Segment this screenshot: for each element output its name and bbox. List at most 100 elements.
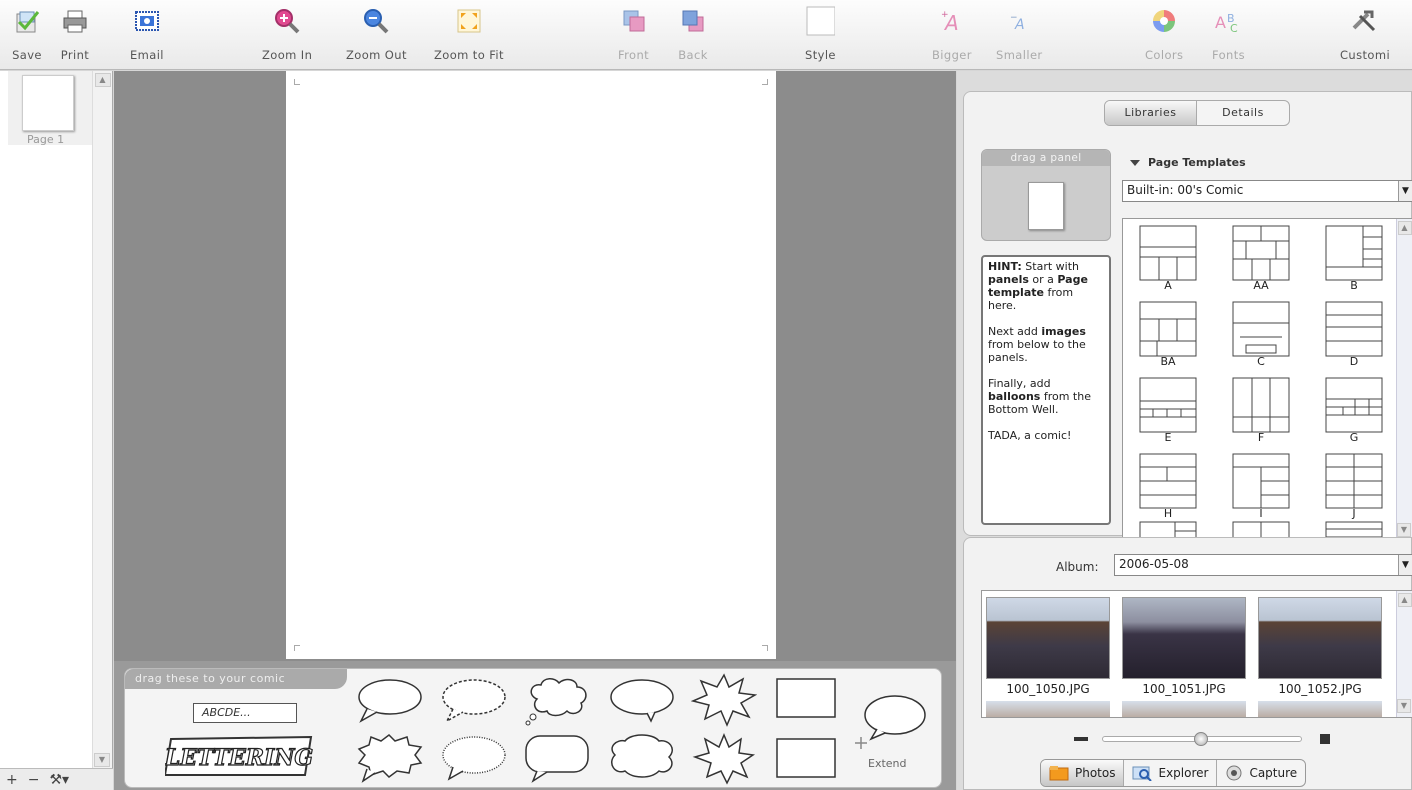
- bigger-text-button[interactable]: A + Bigger: [932, 6, 972, 66]
- crop-mark: [294, 645, 300, 651]
- extend-balloon-icon[interactable]: [851, 693, 927, 755]
- page-strip: Page 1 ▲ ▼ + − ⚒▾: [0, 71, 113, 790]
- caption-box-2[interactable]: [775, 737, 839, 781]
- fonts-button[interactable]: ABC Fonts: [1212, 6, 1245, 66]
- lettering-logo-item[interactable]: LETTERING: [165, 735, 313, 777]
- template-item[interactable]: I: [1216, 449, 1306, 525]
- bigger-text-icon: A +: [937, 6, 967, 36]
- photos-scrollbar[interactable]: ▲ ▼: [1396, 591, 1412, 717]
- photo-thumbnail[interactable]: [1122, 597, 1246, 679]
- template-item[interactable]: A: [1123, 221, 1213, 297]
- photo-source-tabs: Photos Explorer Capture: [1040, 759, 1307, 787]
- tab-explorer[interactable]: Explorer: [1124, 760, 1218, 786]
- style-swatch-icon: [805, 6, 836, 36]
- drag-panel-source[interactable]: drag a panel: [981, 149, 1111, 241]
- scroll-down-arrow-icon[interactable]: ▼: [1397, 699, 1411, 713]
- scroll-down-arrow-icon[interactable]: ▼: [1397, 523, 1411, 537]
- photo-filename: 100_1050.JPG: [1006, 682, 1090, 696]
- template-item[interactable]: B: [1309, 221, 1399, 297]
- template-item[interactable]: H: [1123, 449, 1213, 525]
- album-select[interactable]: 2006-05-08 ▼: [1114, 554, 1412, 576]
- smaller-text-button[interactable]: A − Smaller: [996, 6, 1043, 66]
- photo-thumbnail[interactable]: [1258, 597, 1382, 679]
- email-button[interactable]: Email: [130, 6, 164, 66]
- photo-thumbnail-partial[interactable]: [1122, 701, 1246, 717]
- tab-details[interactable]: Details: [1197, 101, 1289, 125]
- page-tools-button[interactable]: ⚒▾: [49, 772, 69, 788]
- dropdown-arrow-icon[interactable]: ▼: [1398, 555, 1412, 575]
- tab-capture[interactable]: Capture: [1217, 760, 1305, 786]
- photo-thumbnail[interactable]: [986, 597, 1110, 679]
- remove-page-button[interactable]: −: [28, 772, 40, 788]
- magnifier-folder-icon: [1132, 766, 1153, 781]
- zoom-to-fit-button[interactable]: Zoom to Fit: [434, 6, 504, 66]
- photo-thumbnail-partial[interactable]: [1258, 701, 1382, 717]
- scroll-up-arrow-icon[interactable]: ▲: [1397, 593, 1412, 607]
- save-button[interactable]: Save: [12, 6, 42, 66]
- library-panel: Libraries Details drag a panel HINT: Sta…: [963, 91, 1412, 543]
- smaller-text-icon: A −: [1004, 6, 1034, 36]
- speech-balloon-oval[interactable]: [607, 677, 677, 725]
- thumbnail-size-slider[interactable]: [1054, 732, 1384, 746]
- template-item[interactable]: F: [1216, 373, 1306, 449]
- page-thumbnail-item[interactable]: Page 1: [8, 71, 92, 146]
- comic-page[interactable]: [286, 71, 776, 659]
- tab-photos[interactable]: Photos: [1041, 760, 1125, 786]
- style-button[interactable]: Style: [805, 6, 836, 66]
- scroll-up-arrow-icon[interactable]: ▲: [1397, 221, 1412, 235]
- template-item[interactable]: D: [1309, 297, 1399, 373]
- scalloped-balloon[interactable]: [439, 733, 509, 783]
- page-strip-controls: + − ⚒▾: [0, 768, 113, 790]
- photo-filename: 100_1052.JPG: [1278, 682, 1362, 696]
- rounded-rect-balloon[interactable]: [523, 733, 593, 783]
- burst-balloon[interactable]: [691, 673, 757, 727]
- bottom-well: drag these to your comic ABCDE... LETTER…: [114, 661, 956, 790]
- collapse-triangle-icon: [1130, 159, 1140, 166]
- add-page-button[interactable]: +: [6, 772, 18, 788]
- camera-icon: [1226, 765, 1242, 781]
- print-button[interactable]: Print: [60, 6, 90, 66]
- send-to-back-button[interactable]: Back: [678, 6, 708, 66]
- drag-panel-title: drag a panel: [982, 150, 1110, 166]
- scroll-down-arrow-icon[interactable]: ▼: [94, 753, 110, 767]
- crop-mark: [762, 79, 768, 85]
- photo-thumbnail-partial[interactable]: [986, 701, 1110, 717]
- zoom-out-button[interactable]: Zoom Out: [346, 6, 407, 66]
- page-label: Page 1: [27, 133, 65, 146]
- bottom-well-title: drag these to your comic: [125, 669, 347, 689]
- zoom-out-icon: [361, 6, 391, 36]
- album-label: Album:: [1056, 560, 1099, 574]
- template-set-select[interactable]: Built-in: 00's Comic ▼: [1122, 180, 1412, 202]
- zoom-in-button[interactable]: Zoom In: [262, 6, 312, 66]
- customize-button[interactable]: Customi: [1340, 6, 1390, 66]
- blank-panel[interactable]: [1028, 182, 1064, 230]
- extend-button[interactable]: Extend: [868, 757, 907, 770]
- dropdown-arrow-icon[interactable]: ▼: [1398, 181, 1412, 201]
- folder-icon: [1049, 766, 1069, 781]
- template-item[interactable]: G: [1309, 373, 1399, 449]
- colors-button[interactable]: Colors: [1145, 6, 1183, 66]
- page-strip-scrollbar[interactable]: ▲ ▼: [92, 71, 112, 771]
- thought-balloon[interactable]: [523, 675, 593, 727]
- tab-libraries[interactable]: Libraries: [1105, 101, 1197, 125]
- page-thumbnail[interactable]: [22, 75, 74, 131]
- svg-text:C: C: [1230, 22, 1238, 34]
- template-item[interactable]: E: [1123, 373, 1213, 449]
- lettering-text-item[interactable]: ABCDE...: [193, 703, 297, 723]
- speech-balloon-round[interactable]: [355, 677, 425, 725]
- page-templates-header[interactable]: Page Templates: [1130, 156, 1246, 169]
- template-item[interactable]: AA: [1216, 221, 1306, 297]
- printer-icon: [60, 6, 90, 36]
- template-item[interactable]: J: [1309, 449, 1399, 525]
- jagged-balloon[interactable]: [355, 733, 425, 783]
- scroll-up-arrow-icon[interactable]: ▲: [94, 73, 111, 87]
- explosion-balloon[interactable]: [691, 731, 757, 785]
- template-item[interactable]: BA: [1123, 297, 1213, 373]
- wavy-balloon[interactable]: [607, 733, 677, 783]
- slider-knob[interactable]: [1194, 732, 1208, 746]
- color-wheel-icon: [1149, 6, 1179, 36]
- caption-box[interactable]: [775, 677, 839, 721]
- template-item[interactable]: C: [1216, 297, 1306, 373]
- bring-to-front-button[interactable]: Front: [618, 6, 649, 66]
- whisper-balloon-dashed[interactable]: [439, 677, 509, 725]
